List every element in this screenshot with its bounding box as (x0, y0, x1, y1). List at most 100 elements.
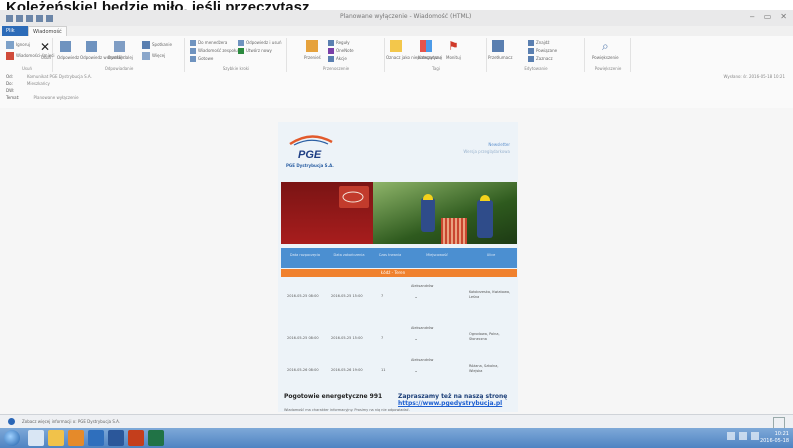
find-label[interactable]: Znajdź (536, 40, 549, 45)
excel-icon[interactable] (148, 430, 164, 446)
from-value[interactable]: Komunikat PGE Dystrybucja S.A. (27, 74, 92, 79)
categorize-label[interactable]: Kategoryzuj (418, 55, 442, 60)
delete-icon[interactable]: ✕ (40, 41, 50, 53)
outlook-icon[interactable] (88, 430, 104, 446)
save-icon[interactable] (6, 15, 13, 22)
explorer-icon[interactable] (48, 430, 64, 446)
to-manager-label[interactable]: Do menedżera (198, 40, 227, 45)
translate-icon[interactable] (492, 40, 504, 52)
junk-icon[interactable] (6, 52, 14, 60)
row-start: 2016-05-26 08:00 (287, 368, 319, 372)
ribbon-group-respond: Odpowiedz Odpowiedz wszystkim Prześlij d… (54, 38, 185, 72)
taskbar: 10:21 2016-05-18 (0, 428, 793, 448)
status-text[interactable]: Zobacz więcej informacji o: PGE Dystrybu… (22, 419, 120, 424)
onenote-label[interactable]: OneNote (336, 48, 354, 53)
row-end: 2016-05-26 19:00 (331, 368, 363, 372)
cc-row: DW: (6, 88, 28, 93)
more-icon[interactable] (142, 52, 150, 60)
newsletter: PGE PGE Dystrybucja S.A. Newsletter Wers… (278, 122, 518, 412)
done-label[interactable]: Gotowe (198, 56, 213, 61)
find-icon[interactable] (528, 40, 534, 46)
rules-label[interactable]: Reguły (336, 40, 350, 45)
row-bullet: • (415, 338, 418, 342)
reply-label[interactable]: Odpowiedz (57, 55, 79, 60)
browser-version-link[interactable]: Wersja przeglądarkowa (463, 149, 510, 154)
word-icon[interactable] (108, 430, 124, 446)
maximize-button[interactable]: ▭ (764, 12, 772, 21)
team-email-label[interactable]: Wiadomość zespołu (198, 48, 238, 53)
meeting-icon[interactable] (142, 41, 150, 49)
reply-delete-label[interactable]: Odpowiedz i usuń (246, 40, 282, 45)
undo-icon[interactable] (16, 15, 23, 22)
delete-label[interactable]: Usuń (41, 55, 51, 60)
select-icon[interactable] (528, 56, 534, 62)
reply-all-icon[interactable] (86, 41, 97, 52)
related-icon[interactable] (528, 48, 534, 54)
translate-label[interactable]: Przetłumacz (488, 55, 512, 60)
network-icon[interactable] (727, 432, 735, 440)
ignore-label[interactable]: Ignoruj (16, 42, 30, 47)
to-value[interactable]: Mieszkańcy (27, 81, 50, 86)
newsletter-link[interactable]: Newsletter (488, 142, 510, 147)
arrow-down-icon[interactable] (46, 15, 53, 22)
header-photo (281, 182, 517, 244)
clock[interactable]: 10:21 2016-05-18 (760, 431, 789, 445)
fence-shape (441, 218, 467, 244)
forward-label[interactable]: Prześlij dalej (108, 55, 133, 60)
website-link[interactable]: https://www.pgedystrybucja.pl (398, 400, 502, 407)
close-button[interactable]: ✕ (780, 12, 787, 21)
to-manager-icon[interactable] (190, 40, 196, 46)
move-label[interactable]: Przenieś (304, 55, 321, 60)
create-new-icon[interactable] (238, 48, 244, 54)
done-icon[interactable] (190, 56, 196, 62)
worker-1 (421, 198, 435, 232)
mark-unread-icon[interactable] (390, 40, 402, 52)
team-email-icon[interactable] (190, 48, 196, 54)
forward-icon[interactable] (114, 41, 125, 52)
helmet-1-icon (423, 194, 433, 200)
col-start-date: Data rozpoczęcia (289, 253, 321, 257)
minimize-button[interactable]: ‒ (750, 12, 755, 21)
zoom-label[interactable]: Powiększenie (592, 55, 619, 60)
ribbon-group-tags: Oznacz jako nieprzeczytane Kategoryzuj ⚑… (386, 38, 487, 72)
ie-icon[interactable] (28, 430, 44, 446)
pge-logo: PGE (289, 135, 333, 161)
from-row: Od: Komunikat PGE Dystrybucja S.A. (6, 74, 92, 79)
message-header: Od: Komunikat PGE Dystrybucja S.A. Do: Mie… (0, 72, 793, 108)
ribbon-tabs: Plik Wiadomość (0, 26, 793, 37)
status-bar: Zobacz więcej informacji o: PGE Dystrybu… (0, 414, 793, 429)
categorize-icon[interactable] (420, 40, 432, 52)
follow-up-label[interactable]: Monituj (446, 55, 461, 60)
more-label[interactable]: Więcej (152, 53, 165, 58)
flag-icon[interactable]: ⚑ (448, 40, 459, 52)
related-label[interactable]: Powiązane (536, 48, 557, 53)
move-icon[interactable] (306, 40, 318, 52)
reply-icon[interactable] (60, 41, 71, 52)
ribbon-group-editing: Przetłumacz Znajdź Powiązane Zaznacz Edy… (488, 38, 585, 72)
select-label[interactable]: Zaznacz (536, 56, 553, 61)
ignore-icon[interactable] (6, 41, 14, 49)
meeting-label[interactable]: Spotkanie (152, 42, 172, 47)
people-pane-icon[interactable] (8, 418, 15, 425)
actions-icon[interactable] (328, 56, 334, 62)
volume-icon[interactable] (739, 432, 747, 440)
redo-icon[interactable] (26, 15, 33, 22)
row-hours: 11 (381, 368, 386, 372)
zoom-icon[interactable]: ⌕ (602, 40, 614, 52)
subject-label: Temat: (6, 95, 20, 100)
sent-date: Wysłano: śr. 2016-05-18 10:21 (723, 74, 785, 79)
reply-delete-icon[interactable] (238, 40, 244, 46)
arrow-up-icon[interactable] (36, 15, 43, 22)
create-new-label[interactable]: Utwórz nowy (246, 48, 272, 53)
onenote-icon[interactable] (328, 48, 334, 54)
ribbon-group-quick-steps: Do menedżera Wiadomość zespołu Gotowe Od… (186, 38, 287, 72)
powerpoint-icon[interactable] (128, 430, 144, 446)
flag-tray-icon[interactable] (751, 432, 759, 440)
truck-logo-icon (342, 191, 364, 203)
media-icon[interactable] (68, 430, 84, 446)
row-start: 2016-05-25 08:00 (287, 336, 319, 340)
start-button[interactable] (4, 430, 20, 446)
company-name: PGE Dystrybucja S.A. (286, 163, 334, 168)
actions-label[interactable]: Akcje (336, 56, 347, 61)
rules-icon[interactable] (328, 40, 334, 46)
